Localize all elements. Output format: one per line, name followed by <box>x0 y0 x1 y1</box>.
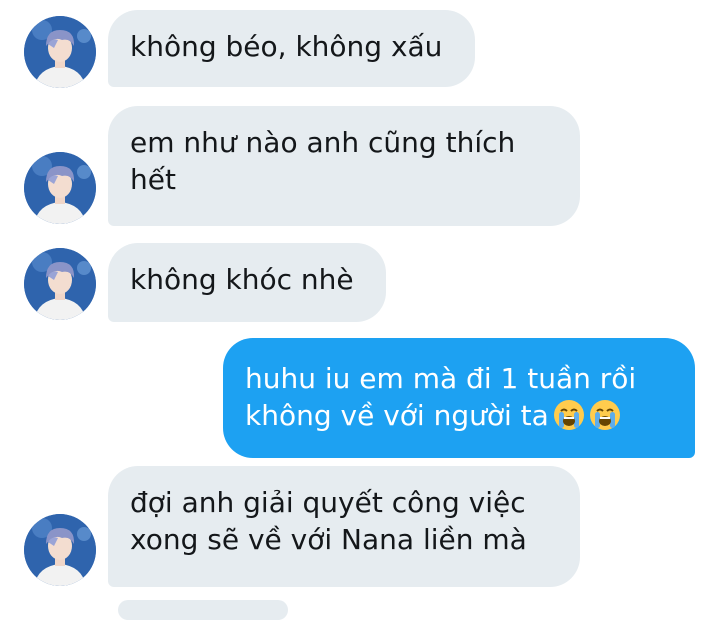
loudly-crying-face-icon <box>589 399 621 431</box>
message-text: không béo, không xấu <box>130 30 443 63</box>
message-text: không khóc nhè <box>130 263 354 296</box>
message-bubble-partial[interactable] <box>118 600 288 620</box>
loudly-crying-face-icon <box>553 399 585 431</box>
avatar-image-icon <box>24 248 96 320</box>
avatar-image-icon <box>24 152 96 224</box>
message-bubble-incoming[interactable]: đợi anh giải quyết công việc xong sẽ về … <box>108 466 580 587</box>
message-text: đợi anh giải quyết công việc xong sẽ về … <box>130 486 527 556</box>
message-bubble-incoming[interactable]: em như nào anh cũng thích hết <box>108 106 580 226</box>
sender-avatar[interactable] <box>24 16 96 88</box>
sender-avatar[interactable] <box>24 514 96 586</box>
sender-avatar[interactable] <box>24 152 96 224</box>
message-bubble-incoming[interactable]: không béo, không xấu <box>108 10 475 87</box>
message-bubble-incoming[interactable]: không khóc nhè <box>108 243 386 322</box>
avatar-image-icon <box>24 16 96 88</box>
message-bubble-outgoing[interactable]: huhu iu em mà đi 1 tuần rồi không về với… <box>223 338 695 458</box>
avatar-image-icon <box>24 514 96 586</box>
sender-avatar[interactable] <box>24 248 96 320</box>
message-text: em như nào anh cũng thích hết <box>130 126 516 196</box>
